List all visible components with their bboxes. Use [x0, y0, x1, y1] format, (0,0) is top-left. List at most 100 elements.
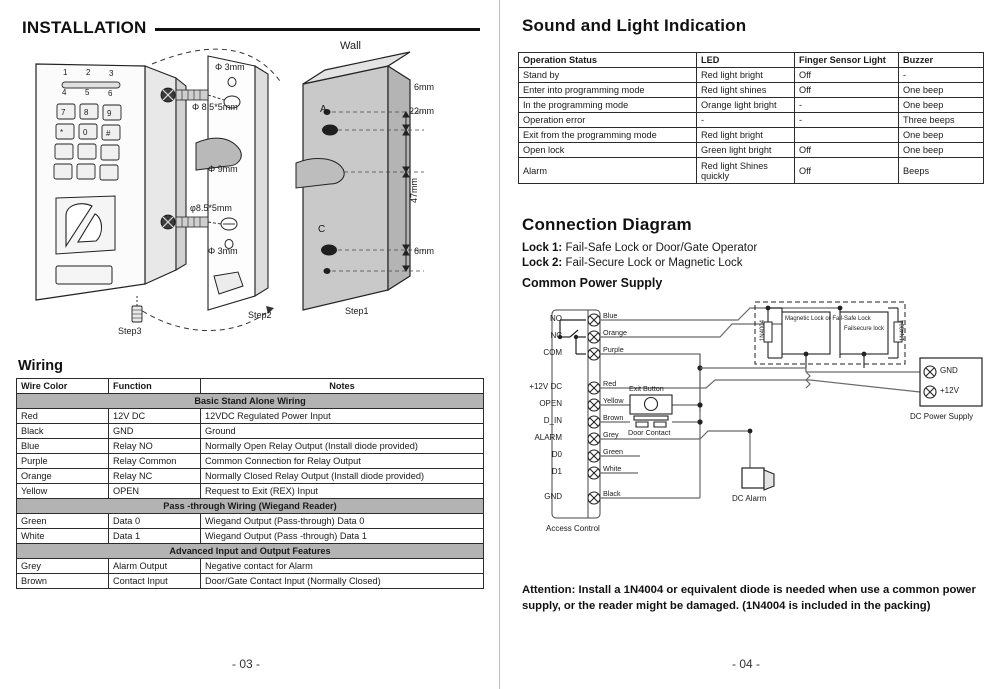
operation-status: Enter into programming mode [518, 82, 697, 98]
terminal-label-gnd: GND [544, 492, 562, 501]
keypad-key-0[interactable]: 0 [83, 128, 87, 137]
keypad-key-1[interactable]: 1 [63, 68, 67, 77]
operation-status: Open lock [518, 142, 697, 158]
led-state: - [696, 112, 795, 128]
dimension-22mm: 22mm [409, 106, 435, 116]
dc-power-supply-label: DC Power Supply [910, 412, 974, 421]
step1-label: Step1 [345, 306, 369, 316]
hole-spec-3mm-top: Φ 3mm [215, 62, 245, 72]
keypad-key-2[interactable]: 2 [86, 68, 90, 77]
diode-label-right: 1N4004 [900, 320, 906, 342]
wire-function: OPEN [108, 483, 201, 499]
terminal-label-nc: NC [550, 331, 562, 340]
installation-diagram: Wall A C 6mm 22mm 47mm 6mm Φ 3mm Φ 8.5*5… [0, 38, 500, 348]
led-state: Orange light bright [696, 97, 795, 113]
wire-label-orange: Orange [603, 328, 627, 337]
table-row: Stand by Red light bright Off - [518, 67, 984, 83]
wire-label-grey: Grey [603, 430, 619, 439]
wire-label-blue: Blue [603, 311, 618, 320]
hole-spec-85x5mm-top: Φ 8.5*5mm [192, 102, 238, 112]
wire-function: Contact Input [108, 573, 201, 589]
wiring-band-passthrough-label: Pass -through Wiring (Wiegand Reader) [16, 498, 484, 514]
wire-label-green: Green [603, 447, 623, 456]
keypad-key-6[interactable]: 6 [108, 89, 112, 98]
finger-sensor-state: - [794, 112, 899, 128]
terminal-label-din: D_IN [543, 416, 562, 425]
wiring-band-advanced: Advanced Input and Output Features [16, 543, 484, 559]
sound-light-title: Sound and Light Indication [522, 16, 747, 35]
led-state: Red light Shines quickly [696, 157, 795, 184]
operation-status: Exit from the programming mode [518, 127, 697, 143]
buzzer-state: One beep [898, 127, 984, 143]
wire-notes: Normally Closed Relay Output (Install di… [200, 468, 484, 484]
left-page: INSTALLATION Wall A C 6mm 22mm 47mm 6mm … [0, 0, 500, 689]
keypad-key-hash[interactable]: # [106, 129, 110, 138]
lock-box-1-label: Magnetic Lock or Fail-Safe Lock [785, 316, 871, 322]
keypad-key-9[interactable]: 9 [107, 109, 111, 118]
col-finger-sensor-light: Finger Sensor Light [794, 52, 899, 68]
table-row: Blue Relay NO Normally Open Relay Output… [16, 438, 484, 454]
hole-spec-85x5mm-bottom: φ8.5*5mm [190, 203, 232, 213]
keypad-key-5[interactable]: 5 [85, 88, 89, 97]
dimension-6mm-bottom: 6mm [414, 246, 434, 256]
wire-color: Black [16, 423, 109, 439]
hole-point-a-label: A [320, 104, 327, 115]
installation-title-rule [155, 28, 480, 31]
wiring-title: Wiring [18, 358, 63, 374]
col-operation-status: Operation Status [518, 52, 697, 68]
wire-notes: Wiegand Output (Pass-through) Data 0 [200, 513, 484, 529]
wire-notes: Wiegand Output (Pass -through) Data 1 [200, 528, 484, 544]
attention-note: Attention: Install a 1N4004 or equivalen… [522, 584, 976, 613]
hole-spec-3mm-bottom: Φ 3mm [208, 246, 238, 256]
wire-color: Red [16, 408, 109, 424]
diode-label-left: 1N4004 [760, 320, 766, 342]
lock1-label: Lock 1: [522, 242, 563, 254]
wire-color: Blue [16, 438, 109, 454]
table-row: Enter into programming mode Red light sh… [518, 82, 984, 98]
wiring-col-function: Function [108, 378, 201, 394]
table-row: Operation error - - Three beeps [518, 112, 984, 128]
wire-function: Data 1 [108, 528, 201, 544]
wire-function: Relay NO [108, 438, 201, 454]
table-row: Purple Relay Common Common Connection fo… [16, 453, 484, 469]
wire-color: Grey [16, 558, 109, 574]
wiring-col-wire-color: Wire Color [16, 378, 109, 394]
terminal-label-d1: D1 [551, 467, 562, 476]
sound-light-header-row: Operation Status LED Finger Sensor Light… [518, 52, 984, 68]
wire-color: White [16, 528, 109, 544]
operation-status: Operation error [518, 112, 697, 128]
access-control-label: Access Control [546, 524, 600, 533]
wire-label-red: Red [603, 379, 617, 388]
hole-spec-9mm: Φ 9mm [208, 164, 238, 174]
led-state: Red light shines [696, 82, 795, 98]
lock2-line: Lock 2: Fail-Secure Lock or Magnetic Loc… [522, 255, 743, 272]
keypad-key-4[interactable]: 4 [62, 88, 66, 97]
wire-notes: Door/Gate Contact Input (Normally Closed… [200, 573, 484, 589]
wire-function: Data 0 [108, 513, 201, 529]
wiring-band-passthrough: Pass -through Wiring (Wiegand Reader) [16, 498, 484, 514]
wire-color: Purple [16, 453, 109, 469]
table-row: Green Data 0 Wiegand Output (Pass-throug… [16, 513, 484, 529]
table-row: Red 12V DC 12VDC Regulated Power Input [16, 408, 484, 424]
operation-status: Stand by [518, 67, 697, 83]
wire-label-white: White [603, 464, 622, 473]
keypad-key-3[interactable]: 3 [109, 69, 113, 78]
wiring-band-basic-label: Basic Stand Alone Wiring [16, 393, 484, 409]
wire-notes: Ground [200, 423, 484, 439]
led-state: Red light bright [696, 67, 795, 83]
connection-schematic: NO NC COM +12V DC OPEN D_IN ALARM D0 D1 … [510, 300, 990, 562]
wiring-table-header-row: Wire Color Function Notes [16, 378, 484, 394]
keypad-key-7[interactable]: 7 [61, 108, 65, 117]
hole-point-c-label: C [318, 224, 326, 235]
led-state: Green light bright [696, 142, 795, 158]
schematic-svg [551, 301, 983, 519]
finger-sensor-state [794, 127, 899, 143]
wire-notes: Common Connection for Relay Output [200, 453, 484, 469]
keypad-key-8[interactable]: 8 [84, 108, 88, 117]
finger-sensor-state: Off [794, 67, 899, 83]
wiring-col-notes: Notes [200, 378, 484, 394]
table-row: Grey Alarm Output Negative contact for A… [16, 558, 484, 574]
wire-color: Green [16, 513, 109, 529]
keypad-key-star[interactable]: * [60, 128, 63, 137]
wire-notes: Normally Open Relay Output (Install diod… [200, 438, 484, 454]
